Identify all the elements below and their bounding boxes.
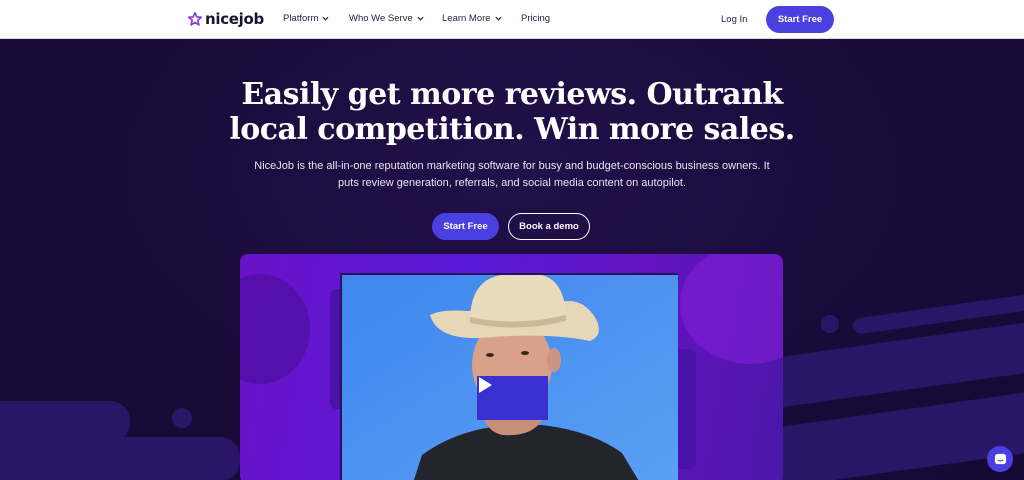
hero-headline: Easily get more reviews. Outrank local c… bbox=[0, 77, 1024, 147]
book-demo-button[interactable]: Book a demo bbox=[508, 213, 590, 240]
play-button[interactable] bbox=[477, 376, 548, 420]
chevron-down-icon bbox=[417, 16, 424, 21]
hero-section: Easily get more reviews. Outrank local c… bbox=[0, 39, 1024, 480]
nav-pricing-label: Pricing bbox=[521, 13, 551, 24]
hero-cta-group: Start Free Book a demo bbox=[432, 213, 590, 240]
nav-who-we-serve[interactable]: Who We Serve bbox=[349, 13, 429, 24]
star-logo-icon bbox=[188, 12, 202, 26]
video-player[interactable] bbox=[340, 273, 678, 480]
start-free-nav-button[interactable]: Start Free bbox=[766, 6, 834, 33]
bg-decoration bbox=[757, 318, 1024, 410]
video-frame bbox=[240, 254, 783, 480]
nav-who-we-serve-label: Who We Serve bbox=[349, 13, 413, 24]
headline-line-2: local competition. Win more sales. bbox=[229, 112, 795, 147]
nav-platform[interactable]: Platform bbox=[283, 13, 329, 24]
start-free-hero-button[interactable]: Start Free bbox=[432, 213, 499, 240]
login-link[interactable]: Log In bbox=[721, 14, 747, 25]
hero-subtext: NiceJob is the all-in-one reputation mar… bbox=[254, 160, 770, 189]
bg-decoration bbox=[0, 437, 240, 480]
nav-learn-more-label: Learn More bbox=[442, 13, 491, 24]
nav-learn-more[interactable]: Learn More bbox=[442, 13, 512, 24]
frame-decoration bbox=[680, 254, 783, 364]
headline-line-1: Easily get more reviews. Outrank bbox=[241, 77, 783, 112]
bg-decoration bbox=[172, 408, 192, 428]
nicejob-logo[interactable]: nicejob bbox=[188, 10, 264, 28]
nav-platform-label: Platform bbox=[283, 13, 319, 24]
play-icon bbox=[479, 377, 492, 393]
chat-launcher-button[interactable] bbox=[987, 446, 1013, 472]
chevron-down-icon bbox=[322, 16, 329, 21]
logo-text: nicejob bbox=[205, 10, 264, 28]
top-navigation: nicejob Platform Who We Serve Learn More… bbox=[0, 0, 1024, 39]
bg-decoration bbox=[821, 315, 839, 333]
frame-decoration bbox=[240, 274, 310, 384]
nav-pricing[interactable]: Pricing bbox=[521, 13, 561, 24]
chevron-down-icon bbox=[495, 16, 502, 21]
chat-icon bbox=[994, 453, 1006, 464]
